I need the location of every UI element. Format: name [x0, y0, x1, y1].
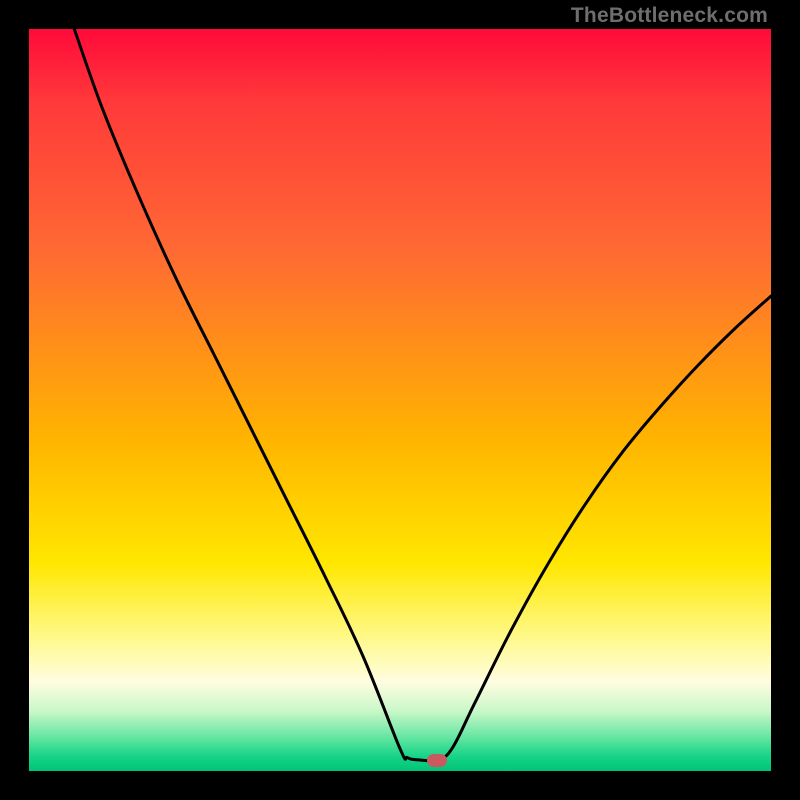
min-marker	[427, 754, 447, 767]
chart-frame: TheBottleneck.com	[0, 0, 800, 800]
plot-area	[29, 29, 771, 771]
bottleneck-curve	[29, 29, 771, 771]
watermark-text: TheBottleneck.com	[571, 4, 768, 28]
